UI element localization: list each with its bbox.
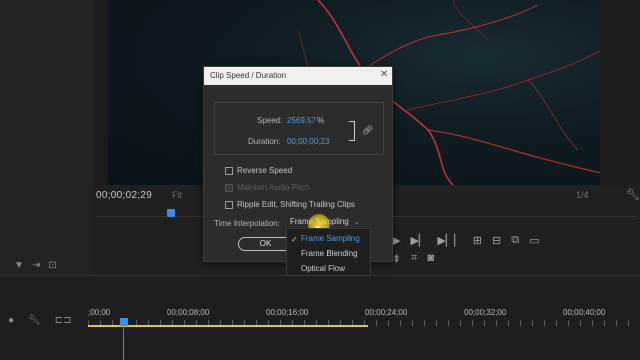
duration-field[interactable]: 00;00;00;23: [287, 137, 329, 146]
resolution-select[interactable]: 1/4: [576, 190, 589, 200]
checkbox-box: [225, 183, 233, 192]
sort-icon[interactable]: ⇥: [32, 260, 40, 271]
speed-duration-group: [214, 102, 384, 155]
premiere-workspace: ▼ ⇥ ⊡ 00;00;02;29 Fit 1/4 🔧︎ ▶ ▶▏ ▶▏▏ ⊞ …: [0, 0, 640, 360]
checkmark-icon: ✓: [291, 235, 298, 244]
time-interpolation-label: Time Interpolation:: [214, 219, 280, 228]
timeline-playhead-line: [123, 326, 124, 360]
checkbox-box[interactable]: [225, 200, 233, 209]
transport-controls: ▶ ▶▏ ▶▏▏ ⊞ ⊟ ⧉ ▭: [392, 234, 539, 247]
step-forward-icon[interactable]: ▶▏: [410, 234, 427, 247]
timeline-tools: ● 🔧︎ ⊏⊐: [8, 315, 72, 326]
duration-label: Duration:: [248, 137, 281, 146]
ruler-label: 00;00;24;00: [365, 308, 408, 317]
safe-margins-icon[interactable]: ⌗: [411, 252, 417, 265]
checkbox-box[interactable]: [225, 166, 233, 175]
ripple-edit-label: Ripple Edit, Shifting Trailing Clips: [237, 200, 355, 209]
settings-wrench-icon[interactable]: 🔧︎: [626, 188, 640, 201]
comparison-view-icon[interactable]: ▭: [529, 234, 539, 247]
ruler-label: 00;00;16;00: [266, 308, 309, 317]
playhead-timecode[interactable]: 00;00;02;29: [96, 190, 152, 201]
menu-item-optical-flow[interactable]: Optical Flow: [301, 264, 345, 273]
ruler-label: 00;00;40;00: [563, 308, 606, 317]
zoom-fit-select[interactable]: Fit: [172, 190, 182, 200]
work-area-bar[interactable]: [88, 325, 368, 327]
maintain-audio-checkbox: Maintain Audio Pitch: [225, 183, 310, 192]
new-item-icon[interactable]: ⊡: [48, 260, 56, 271]
menu-item-frame-sampling[interactable]: Frame Sampling: [301, 234, 360, 243]
menu-item-frame-blending[interactable]: Frame Blending: [301, 249, 357, 258]
dialog-title: Clip Speed / Duration: [204, 67, 392, 85]
transport-controls-row2: ⇟ ⌗ ◙: [392, 252, 434, 265]
speed-unit: %: [317, 116, 325, 125]
ruler-label: ;00;00: [88, 308, 111, 317]
ruler-label: 00;00;08;00: [167, 308, 210, 317]
speed-field[interactable]: 2569.57: [287, 116, 316, 125]
left-panel: ▼ ⇥ ⊡: [0, 0, 95, 275]
ripple-edit-checkbox[interactable]: Ripple Edit, Shifting Trailing Clips: [225, 200, 355, 209]
timeline-playhead[interactable]: [120, 318, 128, 326]
play-icon[interactable]: ▶: [392, 234, 400, 247]
timeline-ruler[interactable]: ;00;00 00;00;08;00 00;00;16;00 00;00;24;…: [88, 308, 640, 320]
filter-icon[interactable]: ▼: [14, 260, 24, 271]
captions-icon[interactable]: ⊏⊐: [55, 315, 72, 326]
interpolation-dropdown-menu: ✓ Frame Sampling Frame Blending Optical …: [286, 228, 371, 276]
left-panel-tools: ▼ ⇥ ⊡: [14, 260, 57, 271]
reverse-speed-checkbox[interactable]: Reverse Speed: [225, 166, 292, 175]
go-to-out-icon[interactable]: ▶▏▏: [437, 234, 462, 247]
speed-label: Speed:: [257, 116, 283, 125]
snap-icon[interactable]: ●: [8, 315, 14, 326]
lift-icon[interactable]: ⇟: [392, 252, 401, 265]
monitor-right-edge: [600, 0, 640, 185]
export-frame-icon[interactable]: ⧉: [511, 234, 519, 247]
chain-link-icon[interactable]: 🔗︎: [362, 125, 373, 136]
reverse-speed-label: Reverse Speed: [237, 166, 293, 175]
camera-icon[interactable]: ◙: [427, 252, 434, 265]
wrench-icon[interactable]: 🔧︎: [28, 315, 41, 326]
monitor-playhead[interactable]: [167, 209, 175, 217]
overwrite-icon[interactable]: ⊟: [492, 234, 501, 247]
close-icon[interactable]: ✕: [380, 69, 388, 80]
ruler-label: 00;00;32;00: [464, 308, 507, 317]
chevron-down-icon: ⌄: [353, 218, 360, 226]
link-bracket: [349, 121, 355, 141]
maintain-audio-label: Maintain Audio Pitch: [237, 183, 310, 192]
ok-button[interactable]: OK: [238, 237, 293, 251]
insert-icon[interactable]: ⊞: [473, 234, 482, 247]
